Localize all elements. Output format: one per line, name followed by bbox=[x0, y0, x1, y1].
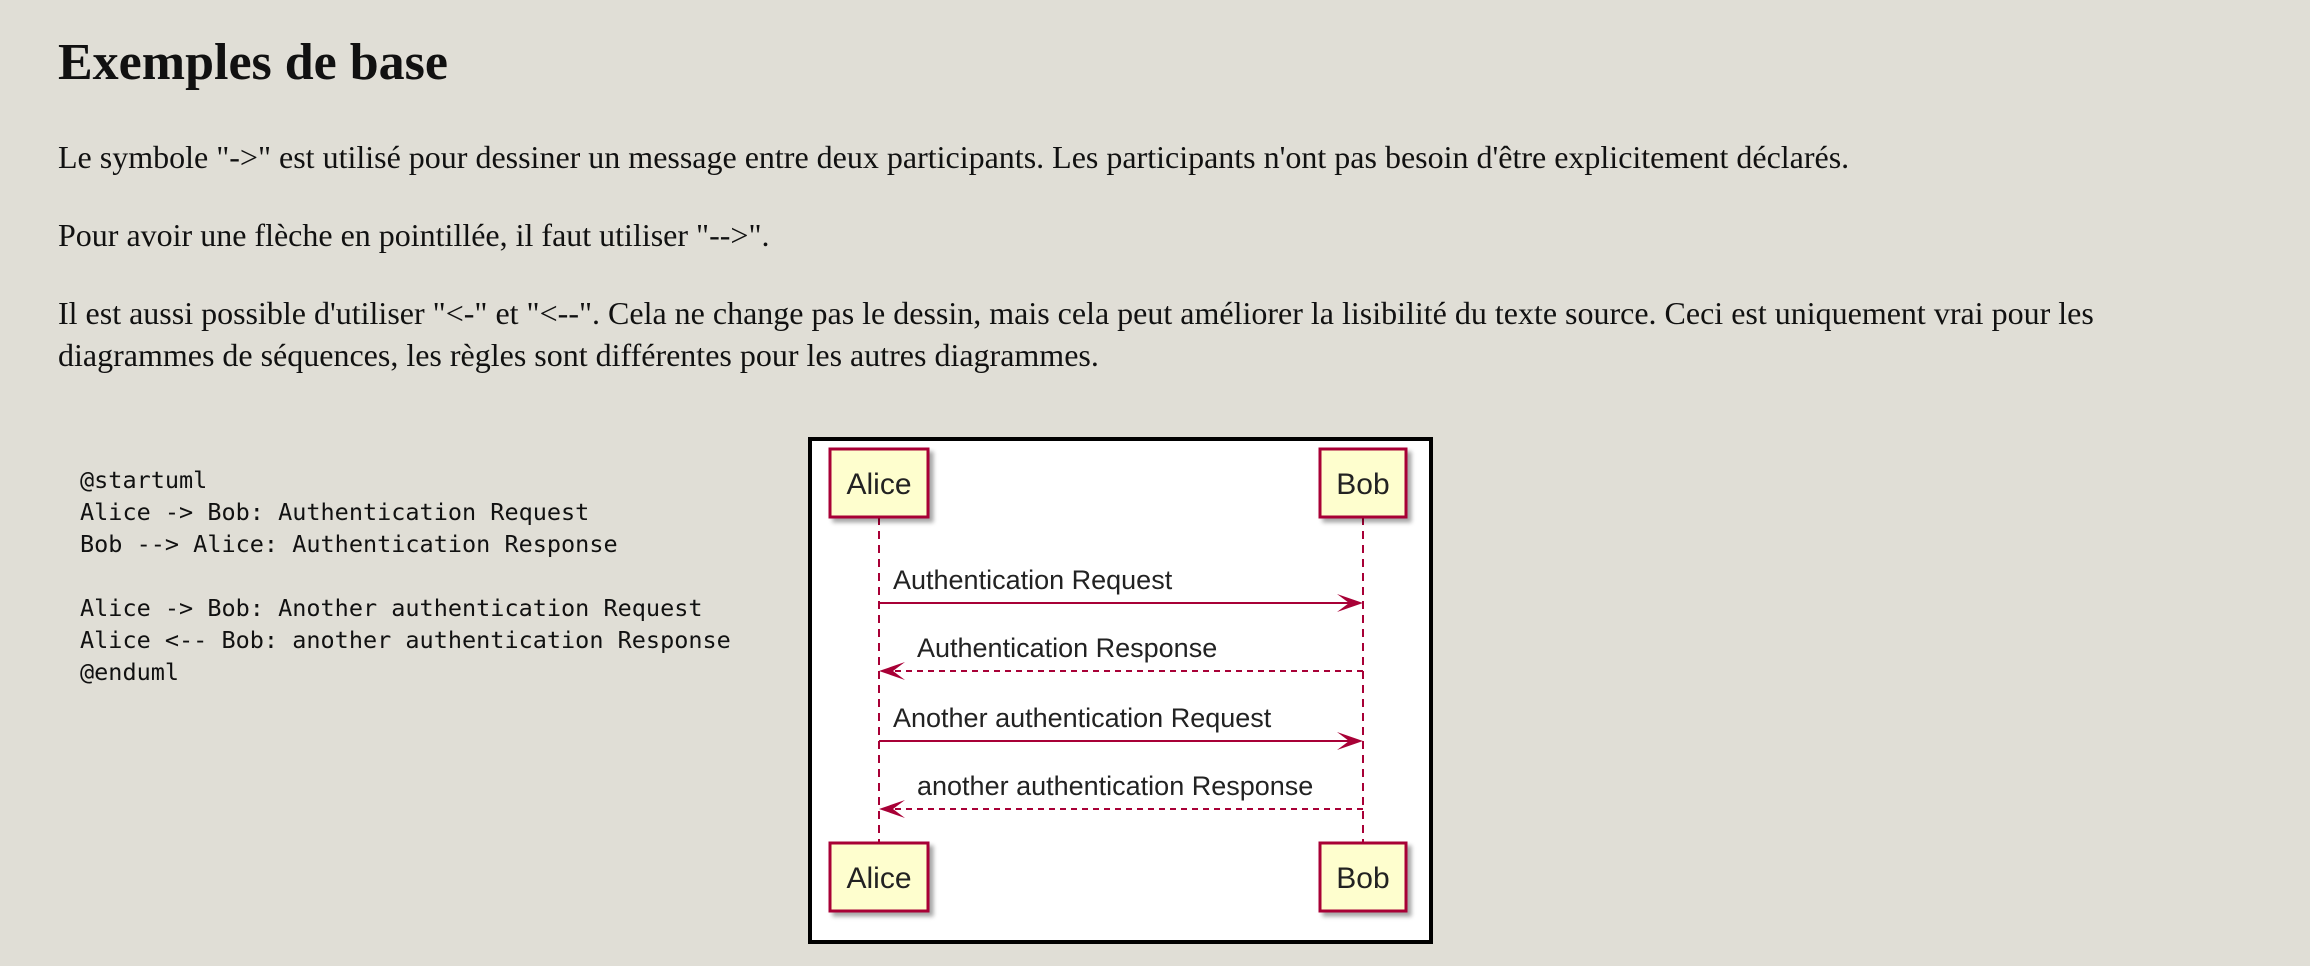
message-label: Another authentication Request bbox=[893, 703, 1272, 733]
participant-label-bob: Bob bbox=[1336, 468, 1389, 501]
page-heading: Exemples de base bbox=[58, 34, 448, 91]
sequence-diagram-svg: Alice Bob Alice Bob Authentication Request Au… bbox=[828, 447, 1408, 913]
code-line: Alice -> Bob: Authentication Request bbox=[80, 498, 590, 526]
paragraph-dashed-arrow: Pour avoir une flèche en pointillée, il … bbox=[58, 217, 770, 253]
code-line: Alice -> Bob: Another authentication Req… bbox=[80, 594, 703, 622]
code-block: @startuml Alice -> Bob: Authentication Re… bbox=[80, 464, 731, 688]
participant-label-bob: Bob bbox=[1336, 862, 1389, 895]
code-line: @enduml bbox=[80, 658, 180, 686]
message-label: Authentication Request bbox=[893, 565, 1173, 595]
message-label: another authentication Response bbox=[917, 771, 1313, 801]
paragraph-arrow-symbol: Le symbole "->" est utilisé pour dessine… bbox=[58, 139, 1850, 175]
code-line: Bob --> Alice: Authentication Response bbox=[80, 530, 618, 558]
code-line: Alice <-- Bob: another authentication Re… bbox=[80, 626, 731, 654]
message-label: Authentication Response bbox=[917, 633, 1217, 663]
arrow-head bbox=[879, 662, 905, 680]
code-line: @startuml bbox=[80, 466, 208, 494]
arrow-head bbox=[879, 800, 905, 818]
sequence-diagram: Alice Bob Alice Bob Authentication Request Au… bbox=[808, 437, 1433, 944]
participant-label-alice: Alice bbox=[846, 468, 911, 501]
paragraph-reverse-arrows: Il est aussi possible d'utiliser "<-" et… bbox=[58, 295, 2094, 373]
participant-label-alice: Alice bbox=[846, 862, 911, 895]
